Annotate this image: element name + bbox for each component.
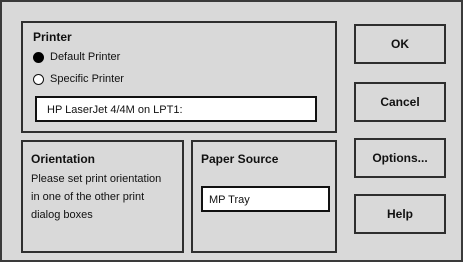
specific-printer-option[interactable]: Specific Printer	[33, 73, 124, 86]
paper-source-group: Paper Source MP Tray	[191, 140, 337, 253]
printer-group-title: Printer	[33, 30, 72, 44]
default-printer-option[interactable]: Default Printer	[33, 51, 120, 64]
options-button[interactable]: Options...	[354, 138, 446, 178]
ok-button[interactable]: OK	[354, 24, 446, 64]
cancel-button[interactable]: Cancel	[354, 82, 446, 122]
paper-source-group-title: Paper Source	[201, 152, 279, 166]
print-setup-dialog: Printer Default Printer Specific Printer…	[0, 0, 463, 262]
specific-printer-radio-icon[interactable]	[33, 74, 44, 85]
paper-source-field[interactable]: MP Tray	[201, 186, 330, 212]
orientation-group: Orientation Please set print orientation…	[21, 140, 184, 253]
orientation-group-title: Orientation	[31, 152, 96, 166]
default-printer-radio-icon[interactable]	[33, 52, 44, 63]
printer-group: Printer Default Printer Specific Printer…	[21, 21, 337, 133]
specific-printer-label: Specific Printer	[50, 73, 124, 85]
help-button[interactable]: Help	[354, 194, 446, 234]
specific-printer-field[interactable]: HP LaserJet 4/4M on LPT1:	[35, 96, 317, 122]
orientation-message: Please set print orientation in one of t…	[31, 173, 162, 221]
default-printer-label: Default Printer	[50, 51, 121, 63]
